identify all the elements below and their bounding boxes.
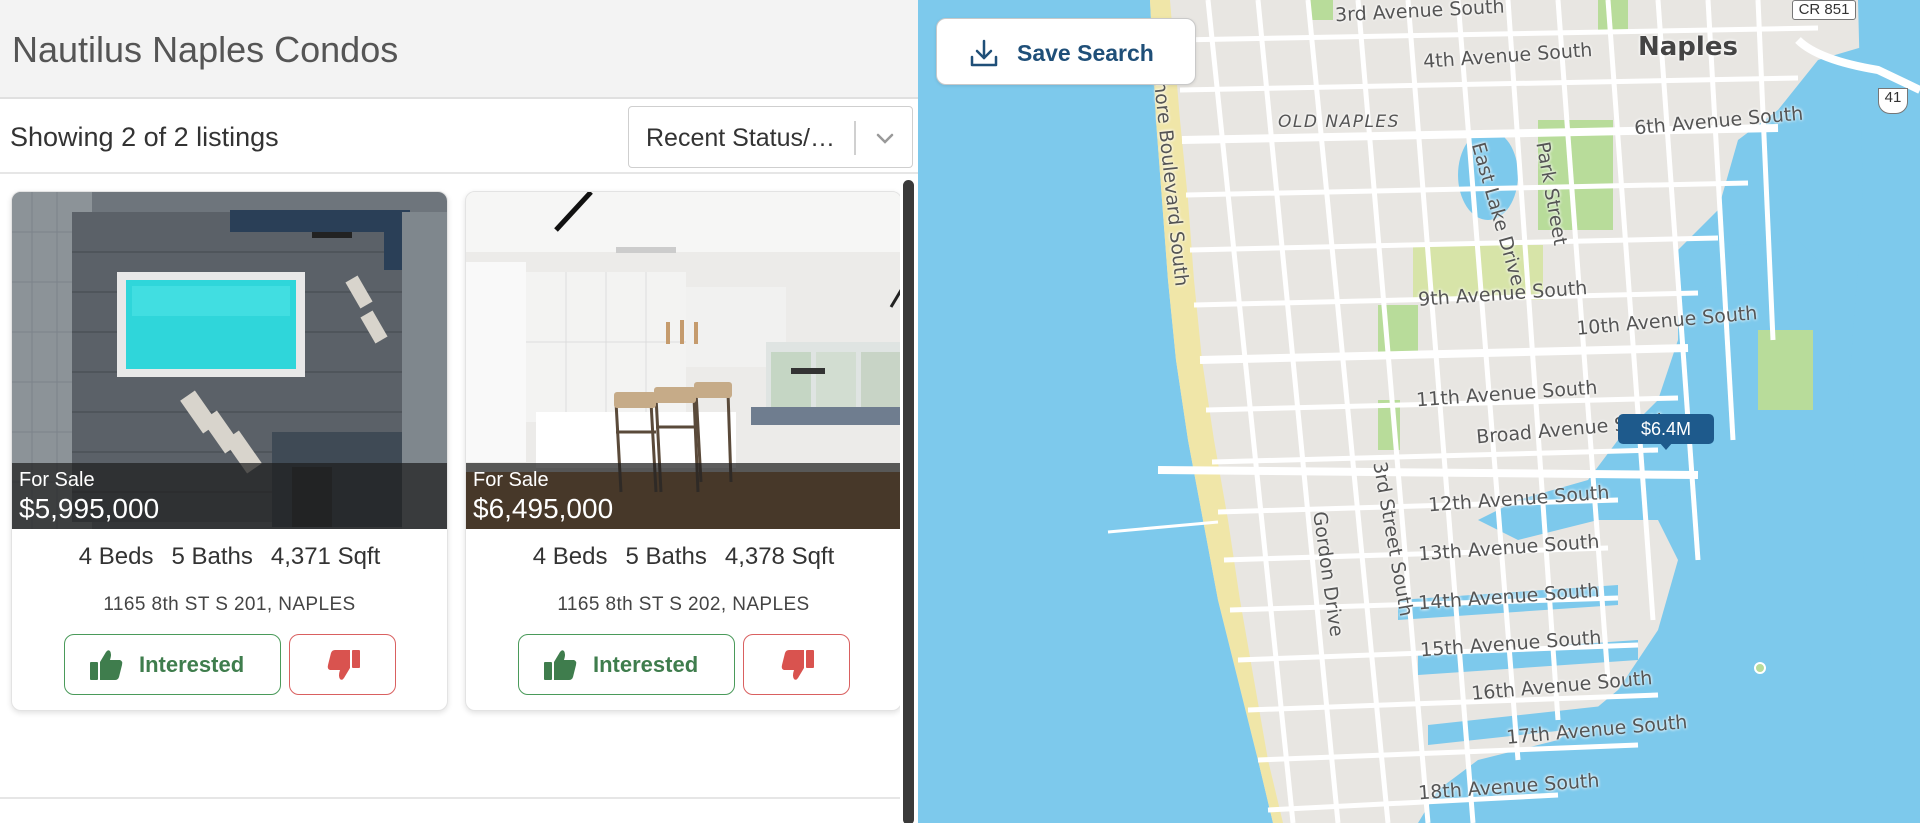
listing-sqft: 4,371 Sqft — [270, 543, 381, 570]
price-overlay: For Sale $6,495,000 — [466, 463, 901, 529]
route-shield: 41 — [1878, 88, 1908, 114]
interested-button[interactable]: Interested — [64, 634, 281, 695]
listing-beds: 4 Beds — [78, 543, 154, 570]
interested-label: Interested — [593, 652, 699, 677]
listings-scrollbar[interactable] — [900, 178, 918, 823]
price-pin-label: $6.4M — [1640, 419, 1692, 439]
listing-status: For Sale — [473, 469, 549, 491]
thumbs-down-icon — [327, 650, 360, 680]
page-title: Nautilus Naples Condos — [12, 29, 399, 70]
price-pin-tail — [1659, 442, 1673, 450]
listing-price: $6,495,000 — [473, 493, 614, 524]
price-overlay: For Sale $5,995,000 — [12, 463, 447, 529]
chevron-down-icon — [876, 133, 894, 144]
listing-baths: 5 Baths — [171, 543, 253, 570]
price-pin-marker[interactable]: $6.4M — [1618, 414, 1714, 450]
listing-toolbar: Showing 2 of 2 listings Recent Status/Pr… — [0, 100, 918, 174]
listing-beds: 4 Beds — [532, 543, 608, 570]
listing-sqft: 4,378 Sqft — [724, 543, 835, 570]
thumbs-down-icon — [781, 650, 814, 680]
sort-select-value: Recent Status/Price — [646, 124, 846, 152]
download-icon — [970, 39, 998, 67]
listing-card[interactable]: For Sale $5,995,000 4 Beds 5 Baths 4,371 S… — [11, 191, 448, 711]
thumbs-up-icon — [90, 650, 123, 680]
listing-card[interactable]: For Sale $6,495,000 4 Beds 5 Baths 4,378 S… — [465, 191, 902, 711]
listing-facts: 4 Beds 5 Baths 4,378 Sqft — [466, 543, 901, 571]
save-search-label: Save Search — [1017, 40, 1154, 66]
list-divider — [0, 797, 900, 799]
interested-label: Interested — [139, 652, 245, 677]
thumbs-up-icon — [544, 650, 577, 680]
neighborhood-label: OLD NAPLES — [1278, 112, 1400, 132]
listings-panel: Nautilus Naples Condos Showing 2 of 2 li… — [0, 0, 918, 823]
map-view[interactable]: 3rd Avenue South 4th Avenue South Naples… — [918, 0, 1920, 823]
listing-address: 1165 8th ST S 202, NAPLES — [557, 594, 810, 615]
listing-baths: 5 Baths — [625, 543, 707, 570]
listing-status: For Sale — [19, 469, 95, 491]
save-search-button[interactable]: Save Search — [936, 18, 1196, 85]
listing-cards: For Sale $5,995,000 4 Beds 5 Baths 4,371 S… — [0, 176, 902, 796]
city-label: Naples — [1638, 32, 1738, 62]
sort-select-separator — [854, 121, 856, 155]
listing-price: $5,995,000 — [19, 493, 160, 524]
scrollbar-thumb[interactable] — [903, 180, 914, 823]
interested-button[interactable]: Interested — [518, 634, 735, 695]
sort-select[interactable]: Recent Status/Price — [628, 106, 913, 168]
dislike-button[interactable] — [743, 634, 850, 695]
listing-count: Showing 2 of 2 listings — [10, 122, 279, 152]
listing-photo-rooftop-pool[interactable]: For Sale $5,995,000 — [12, 192, 447, 529]
listing-photo-kitchen[interactable]: For Sale $6,495,000 — [466, 192, 901, 529]
route-shield: CR 851 — [1792, 0, 1856, 20]
title-bar: Nautilus Naples Condos — [0, 0, 918, 99]
listing-address: 1165 8th ST S 201, NAPLES — [103, 594, 356, 615]
listing-facts: 4 Beds 5 Baths 4,371 Sqft — [12, 543, 447, 571]
dislike-button[interactable] — [289, 634, 396, 695]
